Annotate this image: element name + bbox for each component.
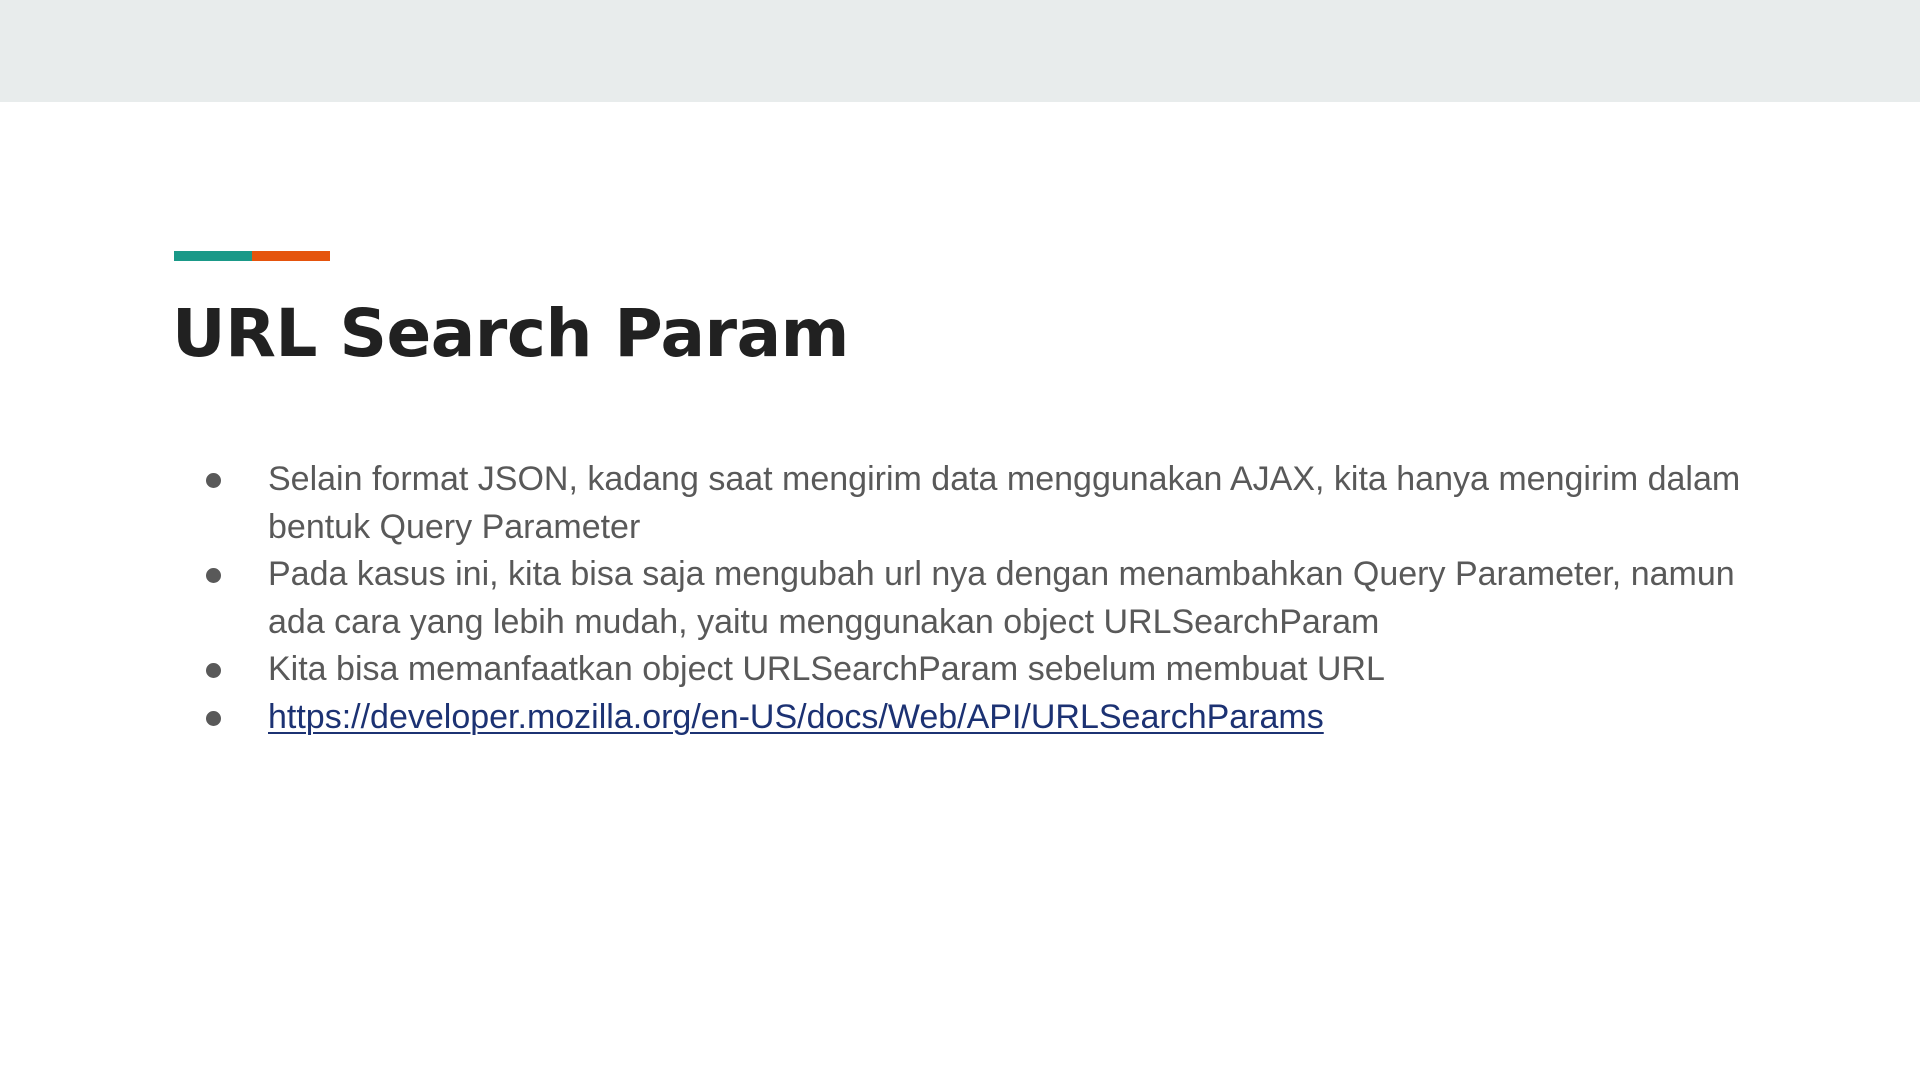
accent-bar-teal	[174, 251, 252, 261]
bullet-item: https://developer.mozilla.org/en-US/docs…	[200, 694, 1760, 742]
bullet-item: Pada kasus ini, kita bisa saja mengubah …	[200, 551, 1760, 646]
bullet-dot-icon	[206, 473, 221, 488]
slide: URL Search Param Selain format JSON, kad…	[0, 102, 1920, 1080]
bullet-text: Kita bisa memanfaatkan object URLSearchP…	[268, 650, 1385, 688]
accent-bar-orange	[252, 251, 330, 261]
top-band	[0, 0, 1920, 102]
mdn-docs-link[interactable]: https://developer.mozilla.org/en-US/docs…	[268, 698, 1324, 736]
bullet-text: Selain format JSON, kadang saat mengirim…	[268, 460, 1741, 546]
bullet-dot-icon	[206, 568, 221, 583]
bullet-item: Kita bisa memanfaatkan object URLSearchP…	[200, 646, 1760, 694]
bullet-text: Pada kasus ini, kita bisa saja mengubah …	[268, 555, 1735, 641]
slide-title: URL Search Param	[172, 295, 849, 372]
presentation-page: URL Search Param Selain format JSON, kad…	[0, 0, 1920, 1080]
title-accent-bar	[174, 251, 330, 261]
bullet-dot-icon	[206, 663, 221, 678]
bullet-dot-icon	[206, 710, 221, 726]
bullet-item: Selain format JSON, kadang saat mengirim…	[200, 456, 1760, 551]
bullet-list: Selain format JSON, kadang saat mengirim…	[200, 456, 1760, 741]
